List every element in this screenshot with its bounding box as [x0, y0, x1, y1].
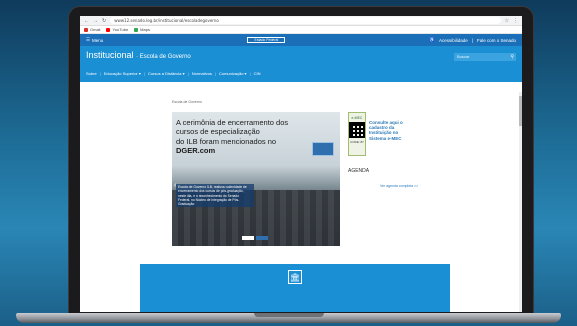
bookmark-youtube[interactable]: YouTube [106, 27, 128, 32]
nav-divider: | [249, 71, 251, 76]
gov-right-links: ♿ Acessibilidade | Fale com o Senado [429, 37, 516, 43]
scrollbar[interactable] [519, 92, 522, 312]
carousel-prev-icon[interactable]: ‹ [174, 182, 176, 189]
nav-divider: | [187, 71, 189, 76]
address-bar[interactable]: www12.senado.leg.br/institucional/escola… [110, 17, 501, 24]
emec-card[interactable]: e-MEC CODE: 87 Consulte aqui o cadastro … [348, 112, 416, 162]
emec-text: Consulte aqui o cadastro da Instituição … [369, 120, 403, 141]
emec-logo: e-MEC [351, 116, 363, 120]
accessibility-link[interactable]: Acessibilidade [439, 38, 468, 43]
gov-center-link[interactable]: Estado Federal [247, 37, 286, 43]
laptop-notch [254, 313, 324, 317]
hero-carousel[interactable]: A cerimônia de encerramento dos cursos d… [172, 112, 340, 246]
hero-title[interactable]: A cerimônia de encerramento dos cursos d… [176, 118, 316, 156]
bookmark-maps[interactable]: Maps [134, 27, 150, 32]
agenda-link[interactable]: Ver agenda completa >> [380, 184, 418, 188]
divider: | [471, 37, 473, 43]
menu-dots-icon[interactable]: ⋮ [513, 18, 518, 24]
carousel-indicators [242, 236, 268, 240]
hero-stage-image [312, 142, 334, 156]
nav-item-cursos-distancia[interactable]: Cursos a Distância ▾ [148, 71, 185, 76]
forward-icon[interactable]: → [93, 18, 98, 24]
site-title-main: Institucional [86, 50, 134, 60]
emec-code: CODE: 87 [350, 140, 364, 144]
nav-item-educacao-superior[interactable]: Educação Superior ▾ [104, 71, 141, 76]
nav-item-sobre[interactable]: Sobre [86, 71, 97, 76]
site-title[interactable]: Institucional · Escola de Governo [86, 50, 516, 60]
nav-item-comunicacao[interactable]: Comunicação ▾ [219, 71, 247, 76]
carousel-dot[interactable] [256, 236, 268, 240]
nav-item-normativos[interactable]: Normativos [192, 71, 212, 76]
search-icon[interactable]: ⚲ [510, 53, 514, 61]
search-placeholder: Buscar [457, 54, 470, 59]
carousel-dot[interactable] [242, 236, 254, 240]
contact-link[interactable]: Fale com o Senado [477, 38, 516, 43]
breadcrumb[interactable]: Escola de Governo [172, 100, 202, 104]
menu-button[interactable]: ☰ Menu [86, 37, 103, 43]
gov-bar: ☰ Menu Estado Federal ♿ Acessibilidade |… [80, 34, 522, 46]
main-nav: Sobre | Educação Superior ▾ | Cursos a D… [86, 71, 261, 76]
bookmark-gmail[interactable]: Gmail [84, 27, 100, 32]
nav-divider: | [143, 71, 145, 76]
site-header: Institucional · Escola de Governo Buscar… [80, 46, 522, 82]
bookmarks-bar: Gmail YouTube Maps [80, 26, 522, 34]
nav-divider: | [99, 71, 101, 76]
back-icon[interactable]: ← [84, 18, 89, 24]
menu-label: Menu [92, 37, 104, 43]
nav-divider: | [214, 71, 216, 76]
site-title-sub: · Escola de Governo [136, 54, 191, 60]
nav-item-cin[interactable]: CIN [254, 71, 261, 76]
emec-qr-badge: e-MEC CODE: 87 [348, 112, 366, 156]
footer-band: 🏛 [140, 264, 450, 312]
reload-icon[interactable]: ↻ [102, 18, 106, 24]
browser-screen: ← → ↻ www12.senado.leg.br/institucional/… [80, 16, 522, 312]
building-icon: 🏛 [288, 270, 302, 284]
search-input[interactable]: Buscar ⚲ [454, 53, 516, 61]
hero-caption: Escola de Governo ILB, realizou solenida… [176, 184, 254, 208]
star-icon[interactable]: ☆ [505, 18, 509, 24]
accessibility-icon[interactable]: ♿ [429, 37, 435, 43]
scroll-thumb[interactable] [519, 96, 522, 126]
agenda-title: AGENDA [348, 168, 370, 174]
qr-code-icon [349, 122, 365, 138]
browser-toolbar: ← → ↻ www12.senado.leg.br/institucional/… [80, 16, 522, 26]
hamburger-icon: ☰ [86, 37, 91, 42]
